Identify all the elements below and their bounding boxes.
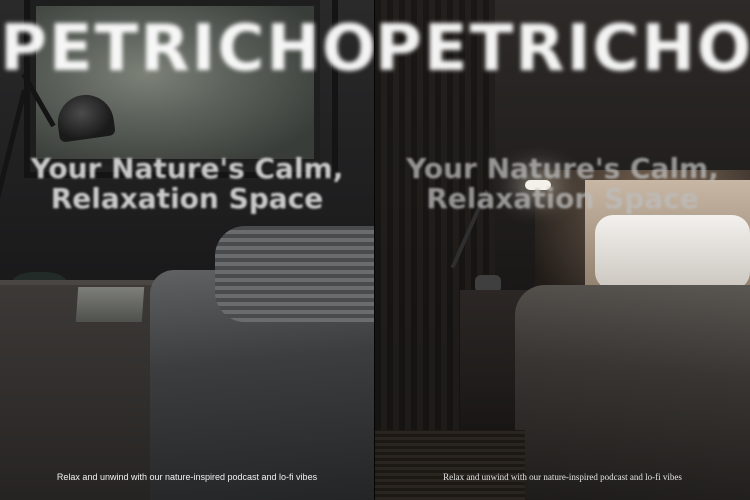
tagline-line-1: Your Nature's Calm, — [30, 152, 344, 185]
white-pillow — [595, 215, 750, 290]
caption: Relax and unwind with our nature-inspire… — [56, 472, 318, 482]
caption: Relax and unwind with our nature-inspire… — [443, 472, 682, 482]
brand-title: PETRICHOR — [0, 12, 375, 86]
poster-panel-right: PETRICHOR Your Nature's Calm, Relaxation… — [375, 0, 750, 500]
bed — [515, 285, 750, 500]
tagline: Your Nature's Calm, Relaxation Space — [0, 154, 374, 214]
poster-panel-left: PETRICHOR Your Nature's Calm, Relaxation… — [0, 0, 375, 500]
tagline-line-2: Relaxation Space — [50, 182, 324, 215]
tagline-line-2: Relaxation Space — [426, 182, 699, 215]
striped-pillow — [215, 226, 374, 322]
book — [75, 287, 145, 322]
floor-rug — [375, 430, 525, 500]
tagline: Your Nature's Calm, Relaxation Space — [375, 154, 750, 214]
tagline-line-1: Your Nature's Calm, — [406, 152, 719, 185]
brand-title: PETRICHOR — [375, 12, 750, 86]
poster-canvas: PETRICHOR Your Nature's Calm, Relaxation… — [0, 0, 750, 500]
